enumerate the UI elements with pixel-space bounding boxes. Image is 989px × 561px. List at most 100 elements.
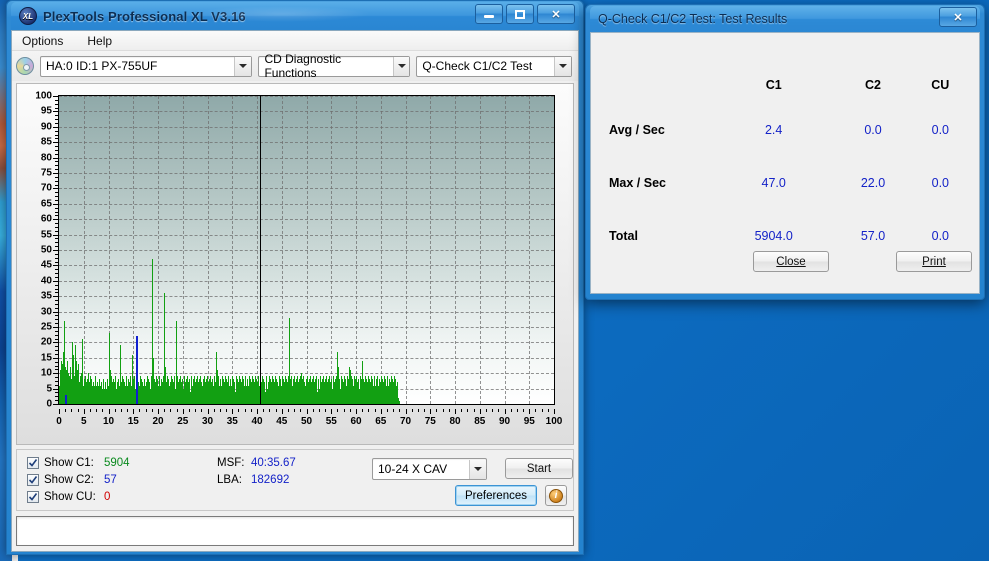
chart-x-tick-mark — [89, 409, 91, 412]
chart-series-layer — [59, 96, 554, 404]
chart-x-tick-label: 90 — [498, 416, 511, 427]
chart-x-tick-mark — [127, 409, 129, 412]
show-cu-checkbox[interactable] — [27, 491, 39, 503]
chart-x-tick-mark — [485, 409, 487, 412]
chart-y-tick-label: 5 — [46, 383, 52, 395]
chart-x-tick-mark — [547, 409, 549, 412]
chart-y-tick-label: 45 — [40, 259, 52, 271]
start-button[interactable]: Start — [505, 458, 573, 479]
menu-bar: Options Help — [12, 31, 578, 51]
chart-x-tick-mark — [65, 409, 67, 412]
chart-y-tick-label: 30 — [40, 306, 52, 318]
close-icon: ✕ — [551, 8, 561, 21]
chart-x-tick-mark — [263, 409, 265, 412]
chart-x-tick-mark — [380, 409, 382, 414]
speed-select-value: 10-24 X CAV — [378, 462, 448, 476]
chart-x-tick-mark — [158, 409, 159, 414]
chart-x-tick-label: 65 — [375, 416, 387, 427]
chevron-down-icon[interactable] — [554, 56, 571, 76]
preferences-button[interactable]: Preferences — [455, 485, 537, 506]
lba-value: 182692 — [251, 474, 290, 486]
chart-x-tick-mark — [59, 409, 60, 414]
chart-x-tick-mark — [108, 409, 110, 414]
show-cu-row: Show CU: 0 — [27, 491, 110, 503]
chart-x-tick-mark — [386, 409, 388, 412]
chart-y-tick-label: 60 — [40, 213, 52, 225]
chart-x-tick-label: 85 — [474, 416, 486, 427]
window-title: PlexTools Professional XL V3.16 — [43, 8, 246, 24]
close-icon: ✕ — [953, 11, 963, 24]
plextools-main-window: XL PlexTools Professional XL V3.16 ✕ Opt… — [6, 0, 584, 555]
info-button[interactable]: i — [545, 485, 567, 506]
maximize-button[interactable] — [506, 4, 534, 24]
show-cu-label: Show CU: — [44, 491, 96, 503]
chart-y-tick-label: 80 — [40, 152, 52, 164]
chart-x-tick-mark — [300, 409, 302, 412]
avg-c1-value: 2.4 — [764, 122, 783, 137]
dialog-print-label: Print — [922, 255, 946, 268]
chart-x-tick-mark — [343, 409, 345, 412]
chart-end-marker-line — [260, 96, 262, 404]
chart-x-tick-mark — [325, 409, 327, 412]
chart-x-tick-label: 75 — [424, 416, 436, 427]
chart-x-tick-label: 45 — [276, 416, 288, 427]
chart-x-tick-mark — [232, 409, 234, 414]
chart-x-tick-mark — [269, 409, 271, 412]
chart-y-tick-label: 40 — [40, 275, 52, 287]
chart-x-tick-mark — [362, 409, 364, 412]
menu-item-help[interactable]: Help — [83, 33, 116, 49]
chart-x-tick-mark — [244, 409, 246, 412]
drive-select[interactable]: HA:0 ID:1 PX-755UF — [40, 55, 253, 77]
chevron-down-icon[interactable] — [392, 56, 410, 76]
max-c2-value: 22.0 — [860, 175, 886, 190]
chart-x-tick-mark — [337, 409, 339, 412]
results-header-row: C1 C2 CU — [605, 67, 969, 103]
chart-x-tick-mark — [318, 409, 320, 412]
chart-x-tick-mark — [516, 409, 518, 412]
chart-x-tick-mark — [257, 409, 258, 414]
chevron-down-icon[interactable] — [469, 459, 486, 479]
results-corner-cell — [605, 67, 713, 103]
minimize-button[interactable] — [475, 4, 503, 24]
menu-item-options[interactable]: Options — [18, 33, 67, 49]
chart-x-tick-mark — [430, 409, 432, 414]
window-controls: ✕ — [475, 4, 575, 24]
chart-x-tick-mark — [306, 409, 308, 414]
close-button[interactable]: ✕ — [537, 4, 575, 24]
chart-x-tick-mark — [145, 409, 147, 412]
app-logo-icon: XL — [19, 7, 37, 25]
chart-x-tick-mark — [170, 409, 172, 412]
speed-select[interactable]: 10-24 X CAV — [372, 458, 487, 480]
function-select-value: CD Diagnostic Functions — [264, 52, 342, 80]
chart-y-tick-label: 50 — [40, 244, 52, 256]
chart-y-tick-label: 10 — [40, 367, 52, 379]
chart-x-tick-mark — [479, 409, 481, 414]
drive-select-value: HA:0 ID:1 PX-755UF — [46, 59, 158, 73]
dialog-print-button[interactable]: Print — [896, 251, 972, 272]
chart-x-tick-label: 5 — [80, 416, 87, 427]
chart-x-tick-mark — [133, 409, 135, 414]
chart-x-tick-mark — [331, 409, 333, 414]
lba-row: LBA: 182692 — [217, 474, 289, 486]
chart-x-tick-label: 40 — [251, 416, 263, 427]
row-label-total: Total — [609, 228, 638, 243]
chart-y-tick-label: 100 — [35, 90, 52, 102]
chart-x-tick-mark — [535, 409, 537, 412]
chart-x-tick-mark — [151, 409, 153, 412]
chart-x-tick-mark — [226, 409, 228, 412]
show-c1-checkbox[interactable] — [27, 457, 39, 469]
chart-x-tick-mark — [238, 409, 240, 412]
chart-x-tick-mark — [349, 409, 351, 412]
show-c2-checkbox[interactable] — [27, 474, 39, 486]
dialog-close-button[interactable]: ✕ — [939, 7, 977, 27]
chart-x-tick-mark — [492, 409, 494, 412]
dialog-close-text-button[interactable]: Close — [753, 251, 829, 272]
test-select[interactable]: Q-Check C1/C2 Test — [416, 55, 572, 77]
avg-cu-value: 0.0 — [931, 122, 950, 137]
chevron-down-icon[interactable] — [234, 56, 252, 76]
table-row: Max / Sec 47.0 22.0 0.0 — [605, 156, 969, 209]
chart-x-tick-mark — [455, 409, 456, 414]
chart-x-tick-mark — [139, 409, 141, 412]
function-select[interactable]: CD Diagnostic Functions — [258, 52, 411, 80]
results-table: C1 C2 CU Avg / Sec 2.4 0.0 0.0 Max / Sec… — [605, 67, 969, 262]
